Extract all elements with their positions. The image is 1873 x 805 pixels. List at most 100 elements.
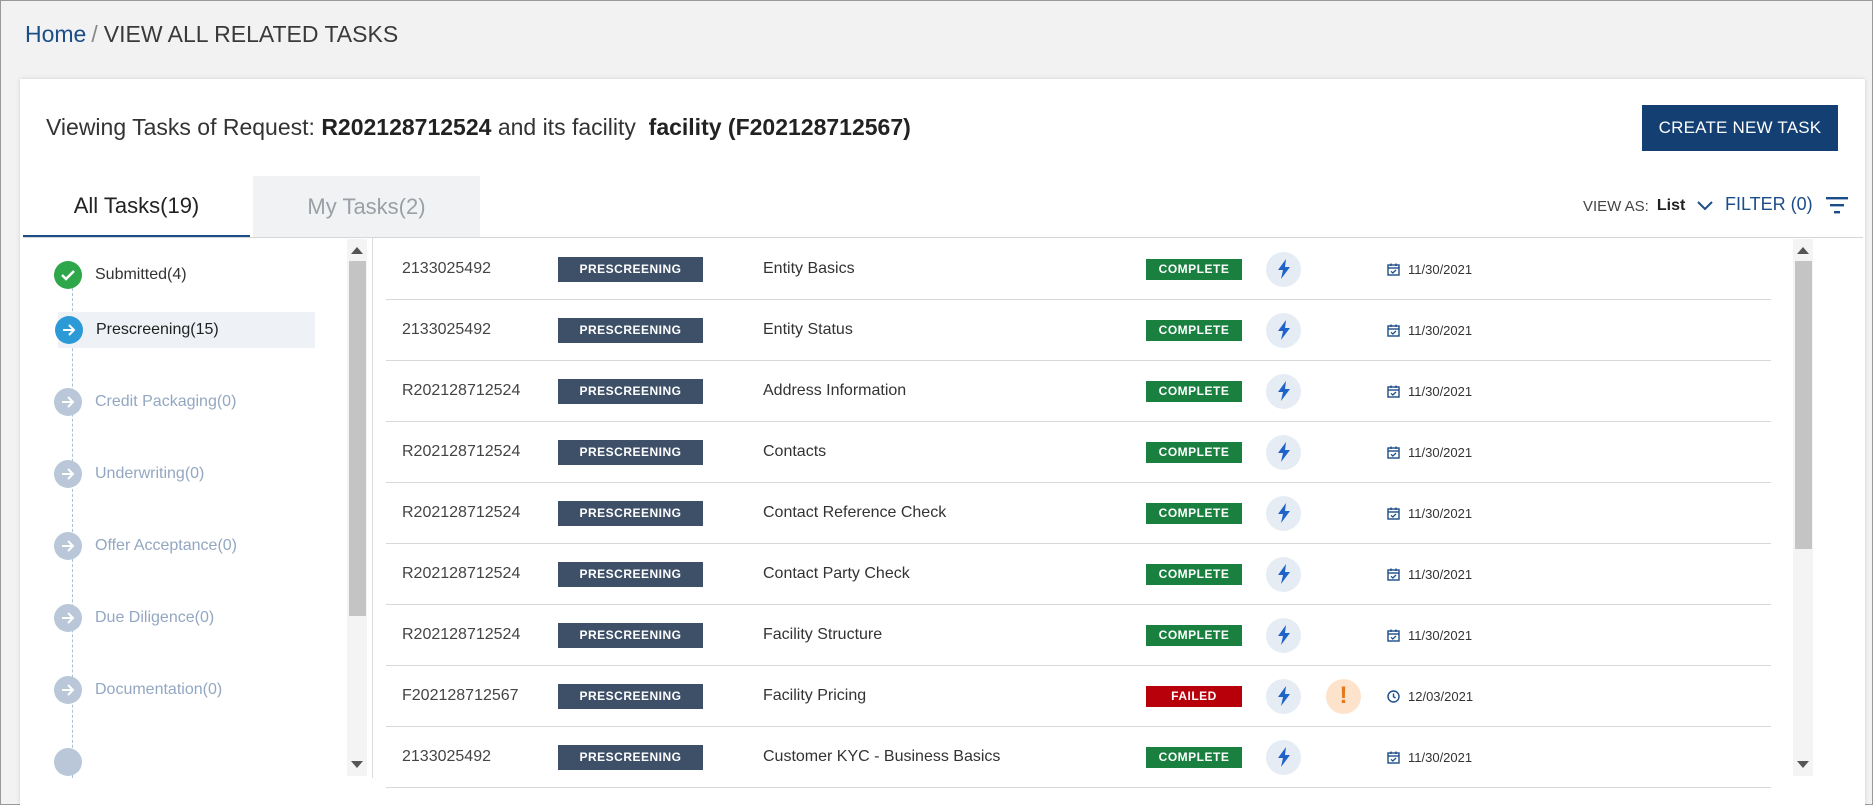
- task-list: 2133025492 PRESCREENING Entity Basics COMPL…: [386, 239, 1771, 788]
- table-row[interactable]: R202128712524 PRESCREENING Facility Struct…: [386, 605, 1771, 666]
- stage-label: Credit Packaging(0): [95, 393, 237, 410]
- task-name[interactable]: Entity Basics: [763, 260, 855, 278]
- task-date: 12/03/2021: [1387, 689, 1473, 704]
- stage-list: Submitted(4) Prescreening(15) Credit Pac…: [20, 238, 315, 778]
- stage-prescreening[interactable]: Prescreening(15): [55, 312, 315, 348]
- calendar-check-icon: [1387, 446, 1408, 459]
- table-row[interactable]: R202128712524 PRESCREENING Contact Referen…: [386, 483, 1771, 544]
- task-name[interactable]: Customer KYC - Business Basics: [763, 748, 1000, 766]
- tab-all-tasks[interactable]: All Tasks(19): [23, 176, 250, 237]
- stage-badge: PRESCREENING: [558, 256, 703, 282]
- calendar-check-icon: [1387, 324, 1408, 337]
- calendar-check-icon: [1387, 385, 1408, 398]
- date-text: 12/03/2021: [1408, 688, 1474, 704]
- stage-label: Submitted(4): [95, 266, 187, 283]
- status-badge: COMPLETE: [1146, 258, 1242, 280]
- lightning-bolt-icon[interactable]: [1266, 251, 1301, 287]
- breadcrumb-separator: /: [91, 21, 98, 47]
- stage-badge: PRESCREENING: [558, 622, 703, 648]
- arrow-right-icon: [54, 748, 82, 776]
- task-date: 11/30/2021: [1387, 323, 1472, 338]
- task-list-scrollbar[interactable]: [1793, 239, 1813, 776]
- task-id: R202128712524: [402, 382, 521, 399]
- stage-label: Offer Acceptance(0): [95, 537, 237, 554]
- calendar-check-icon: [1387, 507, 1408, 520]
- filter-button[interactable]: FILTER (0): [1725, 194, 1848, 215]
- scroll-down-arrow-icon[interactable]: [1797, 761, 1809, 768]
- task-id: R202128712524: [402, 565, 521, 582]
- stage-underwriting[interactable]: Underwriting(0): [30, 456, 305, 492]
- stage-credit-packaging[interactable]: Credit Packaging(0): [30, 384, 305, 420]
- task-name[interactable]: Entity Status: [763, 321, 853, 339]
- task-date: 11/30/2021: [1387, 445, 1472, 460]
- lightning-bolt-icon[interactable]: [1266, 556, 1301, 592]
- task-date: 11/30/2021: [1387, 506, 1472, 521]
- clock-icon: [1387, 689, 1408, 703]
- lightning-bolt-icon[interactable]: [1266, 373, 1301, 409]
- title-middle: and its facility: [497, 114, 636, 140]
- page-title: Viewing Tasks of Request: R202128712524 …: [46, 114, 911, 141]
- chevron-down-icon: [1697, 201, 1714, 211]
- warning-icon: !: [1326, 678, 1361, 714]
- facility-id: facility (F202128712567): [648, 114, 911, 140]
- status-badge: COMPLETE: [1146, 380, 1242, 402]
- table-row[interactable]: R202128712524 PRESCREENING Address Informa…: [386, 361, 1771, 422]
- task-name[interactable]: Facility Pricing: [763, 687, 866, 705]
- table-row[interactable]: R202128712524 PRESCREENING Contacts COMPLET…: [386, 422, 1771, 483]
- stage-next-partial: [30, 744, 305, 778]
- date-text: 11/30/2021: [1408, 322, 1473, 338]
- date-text: 11/30/2021: [1408, 749, 1473, 765]
- scrollbar-thumb[interactable]: [349, 261, 366, 616]
- scroll-up-arrow-icon[interactable]: [1797, 247, 1809, 254]
- task-date: 11/30/2021: [1387, 384, 1472, 399]
- stage-label: Documentation(0): [95, 681, 223, 698]
- view-as-label: VIEW AS:: [1583, 197, 1649, 215]
- scrollbar-thumb[interactable]: [1795, 261, 1812, 549]
- task-date: 11/30/2021: [1387, 262, 1472, 277]
- tab-my-tasks[interactable]: My Tasks(2): [253, 176, 480, 237]
- lightning-bolt-icon[interactable]: [1266, 678, 1301, 714]
- filter-label: FILTER (0): [1725, 194, 1813, 214]
- view-as-selector[interactable]: VIEW AS: List: [1583, 197, 1714, 215]
- status-badge: COMPLETE: [1146, 502, 1242, 524]
- table-row[interactable]: 2133025492 PRESCREENING Entity Status COMPL…: [386, 300, 1771, 361]
- scroll-down-arrow-icon[interactable]: [351, 761, 363, 768]
- task-name[interactable]: Facility Structure: [763, 626, 882, 644]
- status-badge: COMPLETE: [1146, 624, 1242, 646]
- task-date: 11/30/2021: [1387, 567, 1472, 582]
- table-row[interactable]: 2133025492 PRESCREENING Customer KYC - Bus…: [386, 727, 1771, 788]
- task-id: 2133025492: [402, 260, 491, 277]
- date-text: 11/30/2021: [1408, 627, 1473, 643]
- stage-due-diligence[interactable]: Due Diligence(0): [30, 600, 305, 636]
- lightning-bolt-icon[interactable]: [1266, 434, 1301, 470]
- stage-offer-acceptance[interactable]: Offer Acceptance(0): [30, 528, 305, 564]
- task-name[interactable]: Address Information: [763, 382, 906, 400]
- task-name[interactable]: Contact Reference Check: [763, 504, 946, 522]
- stage-badge: PRESCREENING: [558, 317, 703, 343]
- task-id: R202128712524: [402, 504, 521, 521]
- request-id: R202128712524: [321, 114, 492, 140]
- stage-label: Due Diligence(0): [95, 609, 215, 626]
- task-name[interactable]: Contacts: [763, 443, 826, 461]
- arrow-right-icon: [54, 532, 82, 560]
- stage-submitted[interactable]: Submitted(4): [30, 257, 305, 293]
- breadcrumb: Home / VIEW ALL RELATED TASKS: [25, 21, 398, 48]
- stage-list-scrollbar[interactable]: [347, 239, 367, 776]
- table-row[interactable]: F202128712567 PRESCREENING Facility Pricin…: [386, 666, 1771, 727]
- create-new-task-button[interactable]: CREATE NEW TASK: [1642, 105, 1838, 151]
- breadcrumb-home-link[interactable]: Home: [25, 21, 86, 47]
- arrow-right-icon: [54, 460, 82, 488]
- scroll-up-arrow-icon[interactable]: [351, 247, 363, 254]
- lightning-bolt-icon[interactable]: [1266, 617, 1301, 653]
- task-name[interactable]: Contact Party Check: [763, 565, 910, 583]
- status-badge: FAILED: [1146, 685, 1242, 707]
- stage-documentation[interactable]: Documentation(0): [30, 672, 305, 708]
- lightning-bolt-icon[interactable]: [1266, 739, 1301, 775]
- table-row[interactable]: R202128712524 PRESCREENING Contact Party C…: [386, 544, 1771, 605]
- status-badge: COMPLETE: [1146, 319, 1242, 341]
- lightning-bolt-icon[interactable]: [1266, 312, 1301, 348]
- table-row[interactable]: 2133025492 PRESCREENING Entity Basics COMPL…: [386, 239, 1771, 300]
- lightning-bolt-icon[interactable]: [1266, 495, 1301, 531]
- date-text: 11/30/2021: [1408, 505, 1473, 521]
- date-text: 11/30/2021: [1408, 383, 1473, 399]
